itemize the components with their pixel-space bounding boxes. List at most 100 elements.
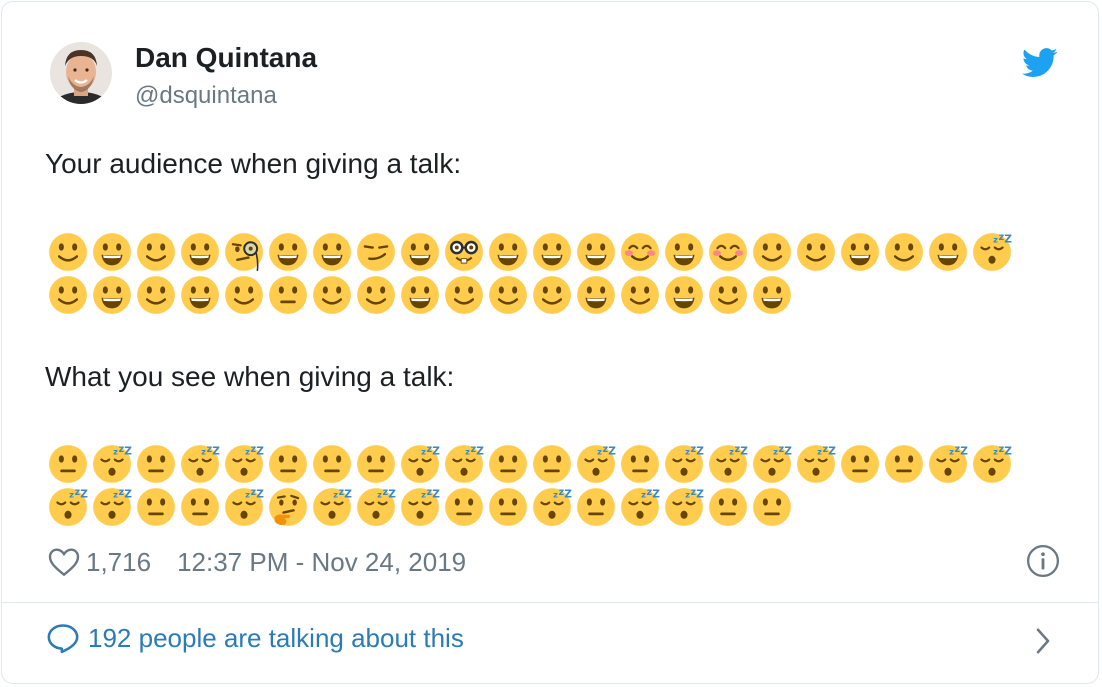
audience-emoji-grid: zzZ [46, 231, 1046, 317]
neutral-face-emoji [46, 443, 90, 486]
sleeping-face-emoji: zzZ [398, 486, 442, 529]
blush-face-emoji [618, 231, 662, 274]
grin-face-emoji [398, 231, 442, 274]
svg-text:z: z [553, 490, 558, 500]
svg-text:Z: Z [608, 446, 616, 458]
grin-face-emoji [750, 274, 794, 317]
svg-text:Z: Z [696, 446, 704, 458]
svg-text:Z: Z [256, 446, 264, 458]
neutral-face-emoji [618, 443, 662, 486]
svg-text:z: z [817, 447, 822, 457]
smirk-face-emoji [354, 231, 398, 274]
sleeping-face-emoji: zzZ [706, 443, 750, 486]
sleeping-face-emoji: zzZ [926, 443, 970, 486]
nerd-face-emoji [442, 231, 486, 274]
svg-text:Z: Z [344, 489, 352, 501]
timestamp-link[interactable]: 12:37 PM - Nov 24, 2019 [177, 547, 466, 578]
svg-text:z: z [333, 490, 338, 500]
info-icon[interactable] [1026, 544, 1060, 578]
grin-face-emoji [486, 231, 530, 274]
grin-face-emoji [530, 231, 574, 274]
tweet-card[interactable]: Dan Quintana @dsquintana Your audience w… [1, 1, 1099, 684]
smile-face-emoji [882, 231, 926, 274]
author-name[interactable]: Dan Quintana [135, 42, 317, 74]
heart-icon[interactable] [48, 547, 80, 577]
smile-face-emoji [46, 231, 90, 274]
smile-face-emoji [442, 274, 486, 317]
twitter-bird-icon[interactable] [1022, 48, 1058, 78]
grin-face-emoji [90, 274, 134, 317]
smile-face-emoji [750, 231, 794, 274]
svg-text:z: z [69, 490, 74, 500]
sleeping-face-emoji: zzZ [618, 486, 662, 529]
svg-text:Z: Z [828, 446, 836, 458]
svg-text:Z: Z [80, 489, 88, 501]
thinking-face-emoji [266, 486, 310, 529]
sleeping-face-emoji: zzZ [794, 443, 838, 486]
talking-about-link[interactable]: 192 people are talking about this [46, 622, 464, 654]
speech-bubble-icon [47, 624, 79, 654]
neutral-face-emoji [750, 486, 794, 529]
monocle-face-emoji [222, 231, 266, 274]
grin-face-emoji [90, 231, 134, 274]
svg-text:Z: Z [1004, 234, 1012, 246]
sleeping-face-emoji: zzZ [90, 486, 134, 529]
sleeping-face-emoji: zzZ [222, 443, 266, 486]
svg-text:z: z [641, 490, 646, 500]
grin-face-emoji [926, 231, 970, 274]
author-handle[interactable]: @dsquintana [135, 82, 277, 110]
smile-face-emoji [134, 274, 178, 317]
sleeping-face-emoji: zzZ [970, 231, 1014, 274]
smile-face-emoji [530, 274, 574, 317]
svg-text:Z: Z [564, 489, 572, 501]
grin-face-emoji [310, 231, 354, 274]
sleeping-face-emoji: zzZ [354, 486, 398, 529]
neutral-face-emoji [838, 443, 882, 486]
svg-text:z: z [993, 447, 998, 457]
sleeping-face-emoji: zzZ [310, 486, 354, 529]
sleeping-face-emoji: zzZ [90, 443, 134, 486]
grin-face-emoji [662, 274, 706, 317]
avatar[interactable] [50, 42, 112, 104]
svg-text:Z: Z [476, 446, 484, 458]
seen-emoji-row: zzZzzZzzZzzZzzZzzZzzZzzZzzZ [46, 486, 1046, 529]
smile-face-emoji [354, 274, 398, 317]
neutral-face-emoji [266, 274, 310, 317]
sleeping-face-emoji: zzZ [750, 443, 794, 486]
neutral-face-emoji [486, 486, 530, 529]
sleeping-face-emoji: zzZ [574, 443, 618, 486]
divider [2, 602, 1098, 603]
grin-face-emoji [178, 231, 222, 274]
smile-face-emoji [794, 231, 838, 274]
svg-text:Z: Z [1004, 446, 1012, 458]
neutral-face-emoji [310, 443, 354, 486]
svg-text:z: z [773, 447, 778, 457]
sleeping-face-emoji: zzZ [662, 443, 706, 486]
svg-text:Z: Z [124, 446, 132, 458]
neutral-face-emoji [266, 443, 310, 486]
svg-text:z: z [245, 447, 250, 457]
audience-emoji-row: zzZ [46, 231, 1046, 274]
smile-face-emoji [46, 274, 90, 317]
svg-text:Z: Z [960, 446, 968, 458]
like-count[interactable]: 1,716 [86, 547, 151, 578]
svg-text:z: z [597, 447, 602, 457]
smile-face-emoji [706, 274, 750, 317]
svg-text:Z: Z [124, 489, 132, 501]
chevron-right-icon[interactable] [1032, 626, 1054, 656]
svg-text:z: z [465, 447, 470, 457]
talking-text: 192 people are talking about this [88, 622, 464, 653]
svg-text:z: z [201, 447, 206, 457]
tweet-text-line-1: Your audience when giving a talk: [45, 148, 462, 179]
svg-text:Z: Z [696, 489, 704, 501]
seen-emoji-grid: zzZzzZzzZzzZzzZzzZzzZzzZzzZzzZzzZzzZzzZz… [46, 443, 1046, 529]
sleeping-face-emoji: zzZ [178, 443, 222, 486]
neutral-face-emoji [530, 443, 574, 486]
grin-face-emoji [838, 231, 882, 274]
tweet-meta: 1,716 12:37 PM - Nov 24, 2019 [48, 542, 466, 582]
sleeping-face-emoji: zzZ [222, 486, 266, 529]
seen-emoji-row: zzZzzZzzZzzZzzZzzZzzZzzZzzZzzZzzZzzZ [46, 443, 1046, 486]
svg-text:z: z [377, 490, 382, 500]
neutral-face-emoji [178, 486, 222, 529]
neutral-face-emoji [486, 443, 530, 486]
